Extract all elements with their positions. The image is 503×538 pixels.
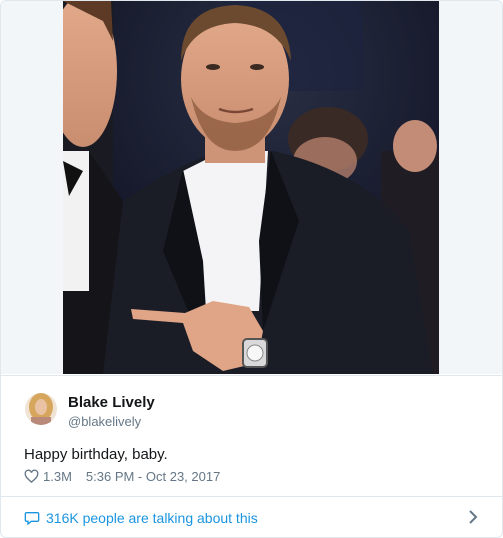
avatar[interactable] bbox=[25, 393, 57, 425]
avatar-image bbox=[25, 393, 57, 425]
tweet-meta: 1.3M 5:36 PM - Oct 23, 2017 bbox=[24, 469, 220, 484]
tweet-body: Blake Lively @blakelively Happy birthday… bbox=[1, 375, 502, 497]
like-count[interactable]: 1.3M bbox=[43, 469, 72, 484]
talking-about-label[interactable]: 316K people are talking about this bbox=[46, 510, 258, 526]
embedded-tweet-card: Blake Lively @blakelively Happy birthday… bbox=[0, 0, 503, 538]
tweet-photo[interactable] bbox=[63, 1, 439, 374]
timestamp[interactable]: 5:36 PM - Oct 23, 2017 bbox=[86, 469, 220, 484]
tweet-media[interactable] bbox=[1, 1, 502, 374]
user-handle[interactable]: @blakelively bbox=[68, 414, 141, 429]
conversation-link[interactable]: 316K people are talking about this bbox=[1, 496, 502, 537]
chevron-right-icon[interactable] bbox=[468, 509, 478, 525]
photo-image bbox=[63, 1, 439, 374]
tweet-text: Happy birthday, baby. bbox=[24, 446, 168, 463]
display-name[interactable]: Blake Lively bbox=[68, 394, 155, 411]
heart-icon[interactable] bbox=[24, 469, 39, 484]
speech-bubble-icon bbox=[24, 510, 40, 526]
